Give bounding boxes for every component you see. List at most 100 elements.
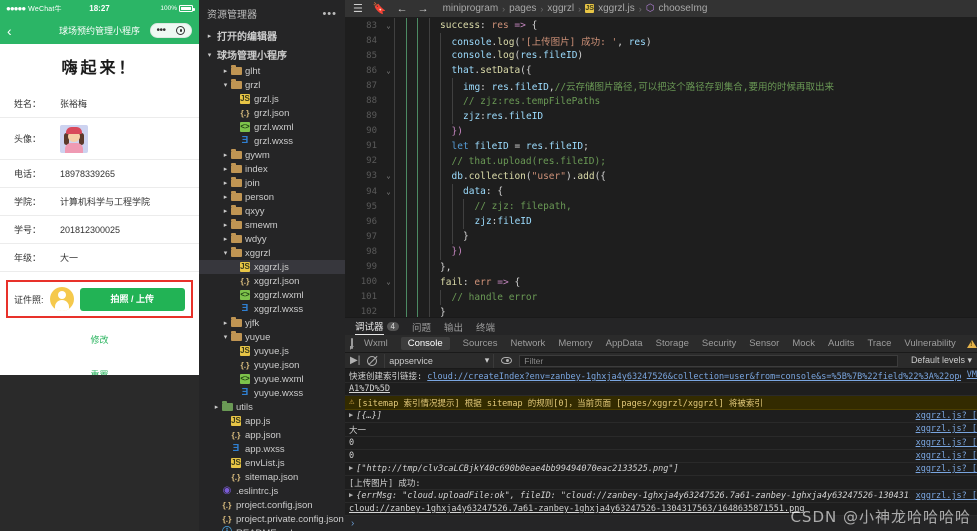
tree-file[interactable]: ⓘREADME.md (199, 526, 345, 531)
code-line[interactable]: 90}) (345, 123, 977, 139)
chevron-right-icon[interactable]: ▸ (221, 151, 230, 159)
code-line[interactable]: 83 ⌄ success: res => { (345, 18, 977, 34)
devtools-tab-appdata[interactable]: AppData (606, 338, 643, 349)
tree-file[interactable]: JS envList.js (199, 456, 345, 470)
chevron-right-icon[interactable]: ▸ (221, 165, 230, 173)
tree-file[interactable]: JS app.js (199, 414, 345, 428)
panel-tab[interactable]: 调试器 (355, 319, 384, 335)
bookmark-icon[interactable]: 🔖 (373, 2, 387, 15)
code-line[interactable]: 96 zjz:fileID (345, 214, 977, 230)
console-log-row[interactable]: cloud://zanbey-1ghxja4y63247526.7a61-zan… (345, 503, 977, 516)
tree-file[interactable]: {.} xggrzl.json (199, 274, 345, 288)
code-line[interactable]: 98}) (345, 244, 977, 260)
tree-file[interactable]: JS grzl.js (199, 92, 345, 106)
chevron-right-icon[interactable]: ▸ (221, 235, 230, 243)
console-log-row[interactable]: 0 xggrzl.js? [ (345, 450, 977, 463)
code-line[interactable]: 91 let fileID = res.fileID; (345, 138, 977, 154)
devtools-tab-trace[interactable]: Trace (867, 338, 891, 349)
tree-folder[interactable]: ▸ join (199, 176, 345, 190)
chevron-down-icon[interactable]: ▾ (205, 51, 214, 59)
code-editor[interactable]: 83 ⌄ success: res => {84 console.log('[上传图片… (345, 17, 977, 317)
code-lines[interactable]: 83 ⌄ success: res => {84 console.log('[上传图片… (345, 17, 977, 317)
console-log-row[interactable]: ▶ {errMsg: "cloud.uploadFile:ok", fileID:… (345, 490, 977, 503)
devtools-tab-console[interactable]: Console (400, 337, 450, 350)
console-prompt[interactable]: › (345, 516, 977, 531)
tree-file[interactable]: <> xggrzl.wxml (199, 288, 345, 302)
code-line[interactable]: 95 // zjz: filepath, (345, 199, 977, 215)
chevron-down-icon[interactable]: ▾ (221, 81, 230, 89)
chevron-right-icon[interactable]: ▸ (221, 221, 230, 229)
chevron-right-icon[interactable]: ▸ (221, 207, 230, 215)
tree-file[interactable]: JS xggrzl.js (199, 260, 345, 274)
chevron-down-icon[interactable]: ▾ (485, 355, 490, 366)
log-source-link[interactable]: xggrzl.js? [ (910, 491, 977, 501)
fold-chevron-icon[interactable]: ⌄ (383, 278, 394, 286)
tree-file[interactable]: {.} grzl.json (199, 106, 345, 120)
log-source-link[interactable]: xggrzl.js? [ (910, 438, 977, 448)
tree-folder[interactable]: ▾ yuyue (199, 330, 345, 344)
console-log-row[interactable]: ▶ [{…}] xggrzl.js? [ (345, 410, 977, 423)
tree-file[interactable]: JS yuyue.js (199, 344, 345, 358)
chevron-right-icon[interactable]: ▸ (221, 179, 230, 187)
code-line[interactable]: 84 console.log('[上传图片] 成功: ', res) (345, 33, 977, 49)
code-line[interactable]: 100 ⌄ fail: err => { (345, 274, 977, 290)
log-source-link[interactable]: xggrzl.js? [ (910, 424, 977, 434)
devtools-tab-memory[interactable]: Memory (558, 338, 592, 349)
expand-arrow-icon[interactable]: ▶ (349, 464, 353, 472)
close-target-icon[interactable] (176, 26, 186, 35)
fold-chevron-icon[interactable]: ⌄ (383, 67, 394, 75)
tree-folder[interactable]: ▸ qxyy (199, 204, 345, 218)
console-log-row[interactable]: ▶ ["http://tmp/clv3caLCBjkY40c690b0eae4bb… (345, 463, 977, 476)
tree-folder[interactable]: ▸ smewm (199, 218, 345, 232)
code-line[interactable]: 85 console.log(res.fileID) (345, 48, 977, 64)
tree-folder[interactable]: ▸ person (199, 190, 345, 204)
chevron-right-icon[interactable]: ▸ (221, 319, 230, 327)
console-log-row[interactable]: 快速创建索引链接: cloud://createIndex?env=zanbey… (345, 369, 977, 383)
devtools-tab-sources[interactable]: Sources (463, 338, 498, 349)
filter-input[interactable]: Filter (519, 354, 898, 367)
code-line[interactable]: 93 ⌄ db.collection("user").add({ (345, 168, 977, 185)
tree-folder[interactable]: ▾ grzl (199, 78, 345, 92)
code-line[interactable]: 101 // handle error (345, 289, 977, 305)
explorer-section-project[interactable]: ▾ 球场管理小程序 (199, 45, 345, 64)
tree-file[interactable]: <> grzl.wxml (199, 120, 345, 134)
warning-count-badge[interactable]: 4 (966, 338, 977, 349)
chevron-right-icon[interactable]: ▸ (212, 403, 221, 411)
tree-folder[interactable]: ▸ utils (199, 400, 345, 414)
chevron-right-icon[interactable]: ▸ (221, 67, 230, 75)
clear-console-icon[interactable] (367, 355, 378, 366)
chevron-down-icon[interactable]: ▾ (221, 333, 230, 341)
tree-file[interactable]: ◉ .eslintrc.js (199, 484, 345, 498)
phone-screen[interactable]: ●●●●● WeChat牛 18:27 100% ‹ 球场预约管理小程序 •••… (0, 0, 199, 375)
breadcrumb-item-file[interactable]: xggrzl.js (598, 3, 635, 14)
fold-chevron-icon[interactable]: ⌄ (383, 188, 394, 196)
code-line[interactable]: 89 zjz:res.fileID (345, 108, 977, 124)
breadcrumb-item-symbol[interactable]: chooseImg (659, 3, 708, 14)
console-log-row[interactable]: 0 xggrzl.js? [ (345, 437, 977, 450)
context-select[interactable]: appservice ▾ (384, 353, 495, 368)
expand-arrow-icon[interactable]: ▶ (349, 411, 353, 419)
tree-file[interactable]: Ǝgrzl.wxss (199, 134, 345, 148)
fold-chevron-icon[interactable]: ⌄ (383, 22, 394, 30)
devtools-tab-wxml[interactable]: Wxml (364, 338, 388, 349)
tree-file[interactable]: {.} app.json (199, 428, 345, 442)
tree-file[interactable]: {.} sitemap.json (199, 470, 345, 484)
devtools-tab-sensor[interactable]: Sensor (749, 338, 779, 349)
chevron-right-icon[interactable]: ▸ (205, 32, 214, 40)
tree-folder[interactable]: ▸ gywm (199, 148, 345, 162)
tree-folder[interactable]: ▸ index (199, 162, 345, 176)
panel-tab[interactable]: 问题 (412, 320, 431, 334)
devtools-tab-network[interactable]: Network (510, 338, 545, 349)
log-source-link[interactable]: VM (961, 370, 977, 380)
tree-file[interactable]: Ǝxggrzl.wxss (199, 302, 345, 316)
chevron-down-icon[interactable]: ▾ (221, 249, 230, 257)
log-levels-select[interactable]: Default levels ▾ (905, 355, 972, 366)
reset-button[interactable]: 重置 (0, 357, 199, 375)
code-line[interactable]: 86 ⌄ that.setData({ (345, 63, 977, 79)
tree-folder[interactable]: ▸ wdyy (199, 232, 345, 246)
code-line[interactable]: 102} (345, 304, 977, 317)
devtools-tab-storage[interactable]: Storage (656, 338, 689, 349)
panel-tab[interactable]: 输出 (444, 320, 463, 334)
console-log-row[interactable]: ⚠ [sitemap 索引情况提示] 根据 sitemap 的规则[0]，当前页面… (345, 396, 977, 410)
code-line[interactable]: 87 img: res.fileID,//云存储图片路径,可以把这个路径存到集合,… (345, 78, 977, 94)
